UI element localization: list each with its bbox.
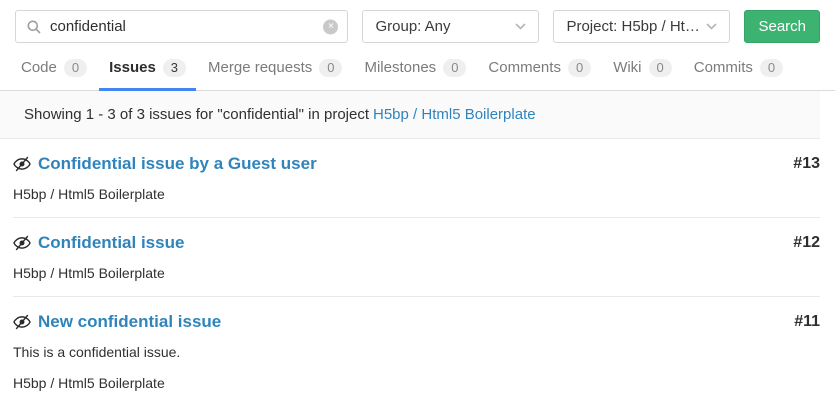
tab-issues[interactable]: Issues 3 [99,58,196,90]
tab-count-badge: 0 [319,59,342,77]
tab-label: Wiki [613,58,641,78]
search-icon [27,20,41,34]
issue-project: H5bp / Html5 Boilerplate [13,264,820,282]
search-toolbar: ✕ Group: Any Project: H5bp / Html5 ... S… [0,0,835,43]
tab-merge-requests[interactable]: Merge requests 0 [198,58,352,90]
project-filter-dropdown[interactable]: Project: H5bp / Html5 ... [553,10,730,43]
search-box[interactable]: ✕ [15,10,348,43]
results-summary-bar: Showing 1 - 3 of 3 issues for "confident… [0,91,820,139]
issue-title-link[interactable]: Confidential issue by a Guest user [38,153,317,175]
tab-label: Commits [694,58,753,78]
tab-label: Milestones [364,58,436,78]
issue-title-link[interactable]: New confidential issue [38,311,221,333]
eye-slash-icon [13,235,31,251]
eye-slash-icon [13,314,31,330]
eye-slash-icon [13,156,31,172]
search-result-row: Confidential issue #12 H5bp / Html5 Boil… [13,218,820,297]
tab-count-badge: 0 [760,59,783,77]
tab-count-badge: 0 [649,59,672,77]
search-result-row: New confidential issue #11 This is a con… [13,297,820,404]
tab-comments[interactable]: Comments 0 [478,58,601,90]
project-filter-label: Project: H5bp / Html5 ... [566,18,700,35]
issue-title-link[interactable]: Confidential issue [38,232,184,254]
group-filter-label: Group: Any [375,18,450,35]
search-button[interactable]: Search [744,10,820,43]
issue-id: #11 [794,311,820,333]
issue-id: #12 [793,232,820,254]
tab-count-badge: 3 [163,59,186,77]
search-input[interactable] [16,11,347,42]
tab-count-badge: 0 [568,59,591,77]
issue-project: H5bp / Html5 Boilerplate [13,374,820,392]
tab-label: Merge requests [208,58,312,78]
tab-label: Comments [488,58,561,78]
tab-count-badge: 0 [64,59,87,77]
tab-code[interactable]: Code 0 [11,58,97,90]
tab-label: Issues [109,58,156,78]
tab-label: Code [21,58,57,78]
search-result-row: Confidential issue by a Guest user #13 H… [13,139,820,218]
chevron-down-icon [515,23,526,30]
chevron-down-icon [706,23,717,30]
search-results-list: Confidential issue by a Guest user #13 H… [13,139,820,404]
issue-project: H5bp / Html5 Boilerplate [13,185,820,203]
search-scope-tabs: Code 0 Issues 3 Merge requests 0 Milesto… [0,58,835,91]
tab-wiki[interactable]: Wiki 0 [603,58,682,90]
project-link[interactable]: H5bp / Html5 Boilerplate [373,106,536,123]
group-filter-dropdown[interactable]: Group: Any [362,10,539,43]
results-summary-text: Showing 1 - 3 of 3 issues for "confident… [24,106,369,123]
tab-milestones[interactable]: Milestones 0 [354,58,476,90]
issue-id: #13 [793,153,820,175]
clear-search-icon[interactable]: ✕ [323,19,338,34]
issue-description: This is a confidential issue. [13,343,820,361]
tab-count-badge: 0 [443,59,466,77]
tab-commits[interactable]: Commits 0 [684,58,793,90]
